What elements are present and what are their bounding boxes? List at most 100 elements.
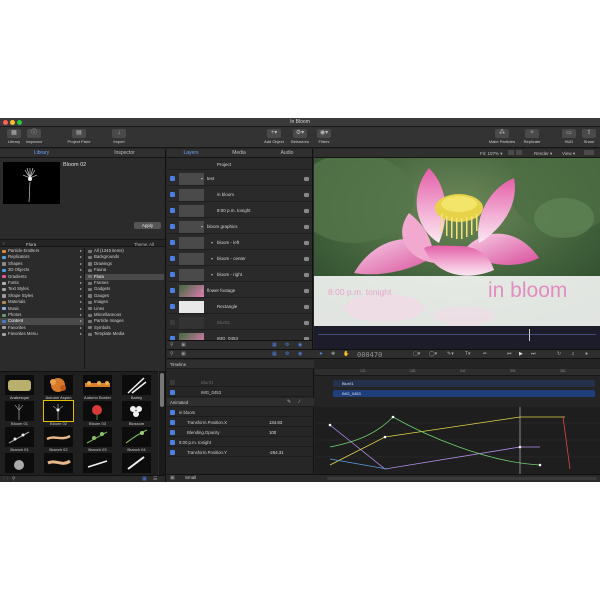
library-item[interactable]: Barley — [117, 374, 156, 400]
timeline-zoom-slider[interactable] — [327, 477, 597, 480]
mask-tool-icon[interactable]: ◯▾ — [429, 351, 437, 357]
add-object-button[interactable]: +▾ Add Object — [262, 129, 286, 144]
play-icon[interactable]: ▶ — [519, 351, 523, 357]
search-icon[interactable]: ⚲ — [170, 351, 174, 357]
library-item[interactable]: Bloom 02 — [39, 400, 78, 426]
layer-row[interactable]: ▾ bloom - center — [167, 251, 312, 266]
timecode-display[interactable]: 000470 — [357, 351, 382, 359]
parameter-value[interactable]: -264.31 — [269, 450, 284, 455]
parameter-checkbox[interactable] — [170, 430, 175, 435]
library-item[interactable]: Branch 04 — [117, 426, 156, 452]
library-item[interactable]: Branch 02 — [39, 426, 78, 452]
layer-name[interactable]: bloom - right — [217, 272, 242, 277]
back-arrow-icon[interactable]: ‹ — [3, 241, 5, 247]
layer-name[interactable]: bloom graphics — [207, 224, 238, 229]
tab-media[interactable]: Media — [215, 150, 263, 156]
make-particles-button[interactable]: ⁂ Make Particles — [484, 129, 520, 144]
image-icon[interactable]: ▣ — [181, 342, 186, 348]
shape-tool-icon[interactable]: ▢▾ — [413, 351, 420, 357]
lock-icon[interactable] — [304, 272, 309, 277]
text-tool-icon[interactable]: T▾ — [465, 351, 471, 357]
tab-audio[interactable]: Audio — [263, 150, 311, 156]
theme-popup[interactable]: Theme: All — [134, 242, 154, 247]
track-size-popup[interactable]: Small — [185, 475, 196, 480]
pen-icon[interactable]: ✎ — [287, 399, 291, 405]
tab-library[interactable]: Library — [0, 150, 83, 156]
layer-enable-checkbox[interactable] — [170, 380, 175, 385]
layer-name[interactable]: Rectangle — [217, 304, 237, 309]
library-item[interactable]: Branch 03 — [78, 426, 117, 452]
disclosure-triangle-icon[interactable]: ▾ — [201, 288, 203, 293]
apply-button[interactable]: Apply — [134, 222, 161, 229]
library-item[interactable]: Autumn Aspen — [39, 374, 78, 400]
layer-name[interactable]: text — [207, 176, 214, 181]
layer-enable-checkbox[interactable] — [170, 208, 175, 213]
timeline-ruler[interactable]: 121181241301361421 — [315, 369, 600, 376]
add-layer-icon[interactable]: ▦ — [272, 342, 277, 348]
canvas-viewer[interactable]: Fit: 107% ▾ Render ▾ View ▾ 8:00 p.m. to… — [314, 149, 600, 349]
audio-icon[interactable]: ♫ — [571, 351, 575, 357]
layer-name[interactable]: 8:00 p.m. tonight — [217, 208, 251, 213]
render-popup[interactable]: Render ▾ — [534, 151, 552, 157]
image-icon[interactable]: ▣ — [181, 351, 186, 357]
lock-icon[interactable] — [304, 288, 309, 293]
layer-name[interactable]: flower footage — [207, 288, 235, 293]
parameter-checkbox[interactable] — [170, 440, 175, 445]
import-button[interactable]: ↓ Import — [108, 129, 130, 144]
filters-button[interactable]: ◉▾ Filters — [314, 129, 334, 144]
tab-layers[interactable]: Layers — [167, 150, 215, 156]
go-to-start-icon[interactable]: ⏮ — [507, 351, 512, 357]
lock-icon[interactable] — [304, 320, 309, 325]
animated-popup[interactable]: Animated — [170, 400, 188, 405]
overlay-title-text[interactable]: in bloom — [488, 279, 567, 303]
layer-enable-checkbox[interactable] — [170, 390, 175, 395]
layer-name[interactable]: Blur01 — [217, 320, 230, 325]
parameter-checkbox[interactable] — [170, 450, 175, 455]
lock-icon[interactable] — [304, 240, 309, 245]
category-item[interactable]: Favorites Menu ▸ — [0, 331, 84, 337]
pen-tool-icon[interactable]: ✎▾ — [447, 351, 454, 357]
layer-row[interactable]: Rectangle — [167, 299, 312, 314]
hand-tool-icon[interactable]: ✋ — [343, 351, 349, 357]
playhead[interactable] — [529, 329, 530, 341]
layer-enable-checkbox[interactable] — [170, 224, 175, 229]
keyframe-curves[interactable] — [315, 407, 600, 474]
track-bar[interactable]: Blur01 — [333, 380, 595, 387]
channels-icon[interactable] — [508, 150, 514, 155]
lock-icon[interactable] — [304, 256, 309, 261]
parameter-row[interactable]: Transform.Position.Y -264.31 — [167, 448, 314, 457]
parameter-checkbox[interactable] — [170, 410, 175, 415]
layer-enable-checkbox[interactable] — [170, 256, 175, 261]
add-icon[interactable]: ▦ — [272, 351, 277, 357]
layer-row[interactable]: ▾ bloom - left — [167, 235, 312, 250]
layer-enable-checkbox[interactable] — [170, 272, 175, 277]
timeline-layer-row[interactable]: Blur01 — [167, 378, 314, 387]
hud-button[interactable]: ▭ HUD — [561, 129, 577, 144]
lock-icon[interactable] — [304, 192, 309, 197]
layer-enable-checkbox[interactable] — [170, 192, 175, 197]
scrollbar-thumb[interactable] — [160, 373, 164, 407]
layer-row[interactable]: ▾ text — [167, 171, 312, 186]
go-to-end-icon[interactable]: ⏭ — [531, 351, 536, 357]
settings-icon[interactable]: ⚙ — [285, 351, 289, 357]
lock-icon[interactable] — [304, 224, 309, 229]
library-item[interactable]: Bloom 03 — [78, 400, 117, 426]
record-icon[interactable]: ● — [585, 351, 588, 357]
layer-row[interactable]: ▾ flower footage — [167, 283, 312, 298]
view-popup[interactable]: View ▾ — [562, 151, 575, 157]
inspector-button[interactable]: ⓘ Inspector — [24, 129, 44, 144]
layer-row[interactable]: 8:00 p.m. tonight — [167, 203, 312, 218]
mask-icon[interactable]: ◉ — [298, 351, 302, 357]
fit-zoom-popup[interactable]: Fit: 107% ▾ — [480, 151, 503, 157]
layer-enable-checkbox[interactable] — [170, 304, 175, 309]
parameter-row[interactable]: in bloom — [167, 408, 314, 417]
layer-row[interactable]: ▾ bloom graphics — [167, 219, 312, 234]
lock-icon[interactable] — [304, 176, 309, 181]
layer-row[interactable]: Blur01 — [167, 315, 312, 330]
folder-icon[interactable]: ▣ — [170, 475, 175, 481]
layer-name[interactable]: bloom - left — [217, 240, 239, 245]
library-item[interactable]: Arabesque — [0, 374, 39, 400]
search-icon[interactable]: ⚲ — [170, 342, 174, 348]
parameter-row[interactable]: Transform.Position.X 134.83 — [167, 418, 314, 427]
parameter-row[interactable]: 8:00 p.m. tonight — [167, 438, 314, 447]
